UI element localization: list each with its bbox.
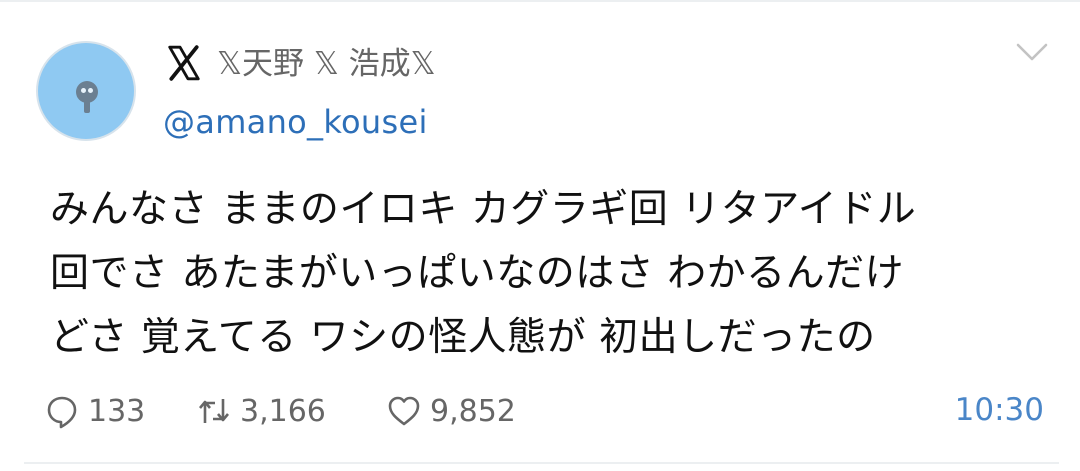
reply-button[interactable]: 133 — [44, 389, 145, 433]
tweet-text-line: みんなさ ままのイロキ カグラギ回 リタアイドル — [50, 187, 917, 232]
avatar[interactable] — [36, 41, 136, 141]
chevron-down-icon[interactable] — [1015, 40, 1049, 64]
tweet-text-line: 回でさ あたまがいっぱいなのはさ わかるんだけ — [50, 251, 905, 296]
reply-count: 133 — [88, 393, 146, 429]
reply-icon — [47, 396, 77, 429]
tweet-card[interactable]: 𝕏天野 𝕏 浩成𝕏 @amano_kousei みんなさ ままのイロキ カグラギ… — [0, 0, 1080, 471]
tweet-text: みんなさ ままのイロキ カグラギ回 リタアイドル 回でさ あたまがいっぱいなのは… — [50, 178, 1040, 370]
like-count: 9,852 — [430, 393, 516, 429]
retweet-button[interactable]: 3,166 — [196, 389, 326, 433]
tweet-text-line: どさ 覚えてる ワシの怪人態が 初出しだったの — [50, 315, 876, 360]
display-name[interactable]: 𝕏天野 𝕏 浩成𝕏 — [217, 44, 436, 84]
avatar-figure — [76, 81, 98, 103]
retweet-count: 3,166 — [240, 393, 326, 429]
top-divider — [0, 0, 1080, 2]
bottom-divider — [24, 462, 1059, 464]
timestamp[interactable]: 10:30 — [955, 392, 1044, 428]
retweet-icon — [199, 399, 229, 423]
heart-icon — [388, 396, 420, 426]
user-handle[interactable]: @amano_kousei — [163, 102, 428, 142]
x-logo-icon — [168, 45, 200, 81]
avatar-figure-body — [84, 101, 90, 113]
like-button[interactable]: 9,852 — [386, 389, 516, 433]
